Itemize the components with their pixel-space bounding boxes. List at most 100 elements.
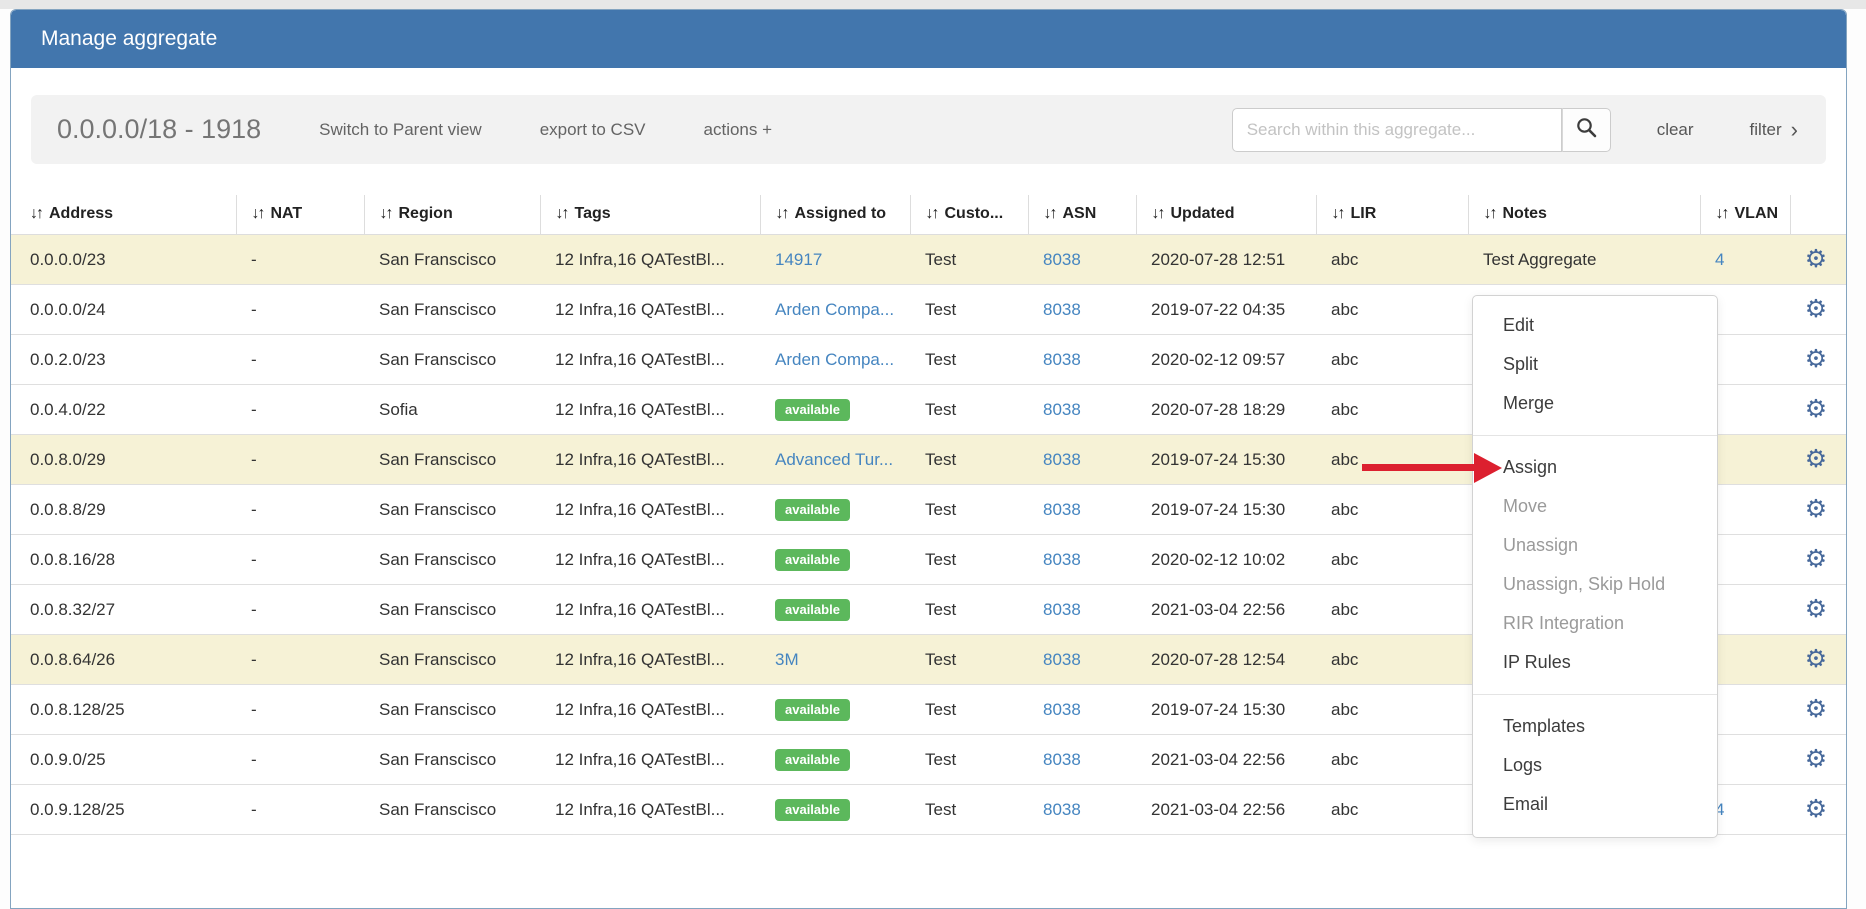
chevron-right-icon: › (1791, 121, 1798, 138)
gear-icon[interactable]: ⚙ (1805, 595, 1827, 623)
gear-icon[interactable]: ⚙ (1805, 495, 1827, 523)
assigned-link[interactable]: 3M (775, 650, 799, 669)
asn-link[interactable]: 8038 (1043, 650, 1081, 669)
column-header-custo[interactable]: ↓↑Custo... (910, 195, 1028, 235)
asn-link[interactable]: 8038 (1043, 300, 1081, 319)
search-button[interactable] (1562, 108, 1611, 152)
cell-address: 0.0.0.0/23 (11, 235, 236, 285)
column-header-lir[interactable]: ↓↑LIR (1316, 195, 1468, 235)
column-header-address[interactable]: ↓↑Address (11, 195, 236, 235)
cell-tags: 12 Infra,16 QATestBl... (540, 635, 760, 685)
cell-customer: Test (910, 785, 1028, 835)
cell-lir: abc (1316, 585, 1468, 635)
filter-button[interactable]: filter › (1750, 120, 1798, 140)
cell-address: 0.0.2.0/23 (11, 335, 236, 385)
gear-icon[interactable]: ⚙ (1805, 545, 1827, 573)
column-header-notes[interactable]: ↓↑Notes (1468, 195, 1700, 235)
cell-notes: Test Aggregate (1468, 235, 1700, 285)
column-header-region[interactable]: ↓↑Region (364, 195, 540, 235)
actions-menu-button[interactable]: actions + (704, 120, 773, 140)
switch-parent-view-button[interactable]: Switch to Parent view (319, 120, 482, 140)
cell-updated: 2021-03-04 22:56 (1136, 785, 1316, 835)
asn-link[interactable]: 8038 (1043, 750, 1081, 769)
menu-item-split[interactable]: Split (1473, 345, 1717, 384)
column-header-actions (1790, 195, 1846, 235)
cell-address: 0.0.9.0/25 (11, 735, 236, 785)
search-input[interactable] (1232, 108, 1562, 152)
menu-item-email[interactable]: Email (1473, 785, 1717, 824)
gear-icon[interactable]: ⚙ (1805, 345, 1827, 373)
assigned-link[interactable]: Arden Compa... (775, 300, 894, 319)
cell-region: San Franscisco (364, 485, 540, 535)
menu-item-edit[interactable]: Edit (1473, 306, 1717, 345)
cell-customer: Test (910, 585, 1028, 635)
cell-lir: abc (1316, 635, 1468, 685)
asn-link[interactable]: 8038 (1043, 450, 1081, 469)
assigned-link[interactable]: 14917 (775, 250, 822, 269)
menu-item-ip-rules[interactable]: IP Rules (1473, 643, 1717, 682)
cell-lir: abc (1316, 785, 1468, 835)
cell-tags: 12 Infra,16 QATestBl... (540, 385, 760, 435)
assigned-link[interactable]: Arden Compa... (775, 350, 894, 369)
cell-updated: 2020-02-12 10:02 (1136, 535, 1316, 585)
cell-region: San Franscisco (364, 585, 540, 635)
cell-address: 0.0.9.128/25 (11, 785, 236, 835)
column-header-tags[interactable]: ↓↑Tags (540, 195, 760, 235)
asn-link[interactable]: 8038 (1043, 500, 1081, 519)
gear-icon[interactable]: ⚙ (1805, 645, 1827, 673)
available-badge: available (775, 499, 850, 521)
available-badge: available (775, 799, 850, 821)
gear-icon[interactable]: ⚙ (1805, 445, 1827, 473)
column-header-asn[interactable]: ↓↑ASN (1028, 195, 1136, 235)
column-header-updated[interactable]: ↓↑Updated (1136, 195, 1316, 235)
export-csv-button[interactable]: export to CSV (540, 120, 646, 140)
vlan-link[interactable]: 4 (1715, 250, 1724, 269)
sort-icon: ↓↑ (1716, 205, 1728, 222)
cell-updated: 2020-07-28 18:29 (1136, 385, 1316, 435)
column-header-vlan[interactable]: ↓↑VLAN (1700, 195, 1790, 235)
gear-icon[interactable]: ⚙ (1805, 295, 1827, 323)
cell-lir: abc (1316, 735, 1468, 785)
cell-address: 0.0.8.32/27 (11, 585, 236, 635)
assigned-link[interactable]: Advanced Tur... (775, 450, 893, 469)
clear-button[interactable]: clear (1657, 120, 1694, 140)
gear-icon[interactable]: ⚙ (1805, 795, 1827, 823)
gear-icon[interactable]: ⚙ (1805, 695, 1827, 723)
column-label: Notes (1503, 205, 1547, 222)
menu-item-templates[interactable]: Templates (1473, 707, 1717, 746)
asn-link[interactable]: 8038 (1043, 350, 1081, 369)
asn-link[interactable]: 8038 (1043, 400, 1081, 419)
asn-link[interactable]: 8038 (1043, 600, 1081, 619)
cell-region: San Franscisco (364, 285, 540, 335)
sort-icon: ↓↑ (252, 205, 264, 222)
asn-link[interactable]: 8038 (1043, 250, 1081, 269)
asn-link[interactable]: 8038 (1043, 700, 1081, 719)
cell-actions: ⚙ (1790, 435, 1846, 485)
menu-item-merge[interactable]: Merge (1473, 384, 1717, 423)
cell-lir: abc (1316, 485, 1468, 535)
menu-item-logs[interactable]: Logs (1473, 746, 1717, 785)
cell-customer: Test (910, 335, 1028, 385)
gear-icon[interactable]: ⚙ (1805, 245, 1827, 273)
gear-icon[interactable]: ⚙ (1805, 745, 1827, 773)
toolbar: 0.0.0.0/18 - 1918 Switch to Parent view … (31, 95, 1826, 164)
cell-customer: Test (910, 235, 1028, 285)
cell-asn: 8038 (1028, 635, 1136, 685)
cell-assigned-to: Arden Compa... (760, 335, 910, 385)
cell-region: San Franscisco (364, 335, 540, 385)
cell-nat: - (236, 785, 364, 835)
cell-asn: 8038 (1028, 285, 1136, 335)
cell-assigned-to: available (760, 535, 910, 585)
column-label: NAT (271, 205, 303, 222)
column-header-assigned-to[interactable]: ↓↑Assigned to (760, 195, 910, 235)
column-header-nat[interactable]: ↓↑ NAT (236, 195, 364, 235)
cell-customer: Test (910, 485, 1028, 535)
gear-icon[interactable]: ⚙ (1805, 395, 1827, 423)
asn-link[interactable]: 8038 (1043, 550, 1081, 569)
cell-actions: ⚙ (1790, 735, 1846, 785)
menu-item-assign[interactable]: Assign (1473, 448, 1717, 487)
table-header: ↓↑Address ↓↑ NAT ↓↑Region↓↑Tags↓↑Assigned t… (11, 195, 1846, 235)
asn-link[interactable]: 8038 (1043, 800, 1081, 819)
cell-nat: - (236, 585, 364, 635)
menu-item-unassign: Unassign (1473, 526, 1717, 565)
